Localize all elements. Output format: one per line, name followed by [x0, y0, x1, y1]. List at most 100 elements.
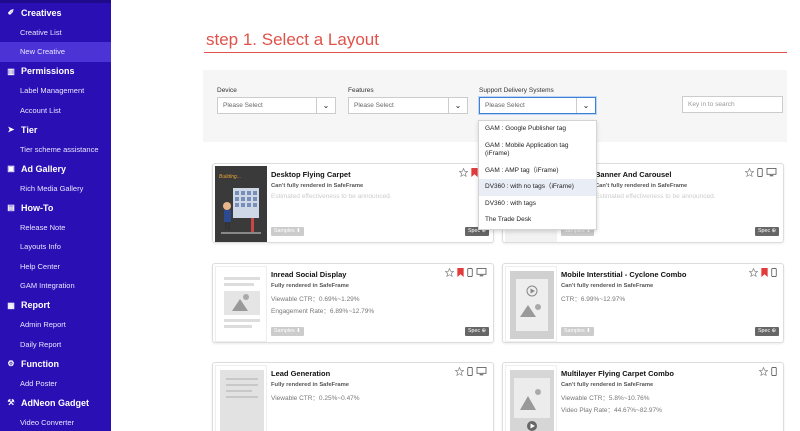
sidebar-group-adneon-gadget[interactable]: ⚒ AdNeon Gadget: [0, 393, 111, 413]
card-metric: CTR：6.99%~12.97%: [561, 296, 626, 303]
bar-chart-icon: ▦: [7, 300, 15, 310]
layout-card[interactable]: Inread Social Display Fully rendered in …: [212, 263, 494, 343]
bookmark-icon[interactable]: [471, 168, 478, 177]
sidebar-group-how-to[interactable]: ▤ How-To: [0, 198, 111, 218]
card-safeframe-note: Fully rendered in SafeFrame: [271, 382, 349, 388]
desktop-icon: [476, 367, 487, 376]
card-metric: Viewable CTR：0.25%~0.47%: [271, 395, 360, 402]
chevron-down-icon: ⌄: [448, 98, 467, 113]
star-icon[interactable]: [749, 268, 758, 277]
layout-card[interactable]: Lead Generation Fully rendered in SafeFr…: [212, 362, 494, 431]
device-select[interactable]: Please Select ⌄: [217, 97, 336, 114]
bookmark-icon[interactable]: [457, 268, 464, 277]
sidebar-item-label-management[interactable]: Label Management: [0, 81, 111, 101]
wrench-icon: ⚒: [7, 398, 15, 408]
card-title: Banner And Carousel: [595, 170, 672, 179]
thumbnail-illustration: [510, 271, 554, 339]
dropdown-option-highlighted[interactable]: DV360 : with no tags（iFrame): [479, 179, 596, 196]
bank-icon: ▥: [7, 66, 15, 76]
sidebar-item-creative-list[interactable]: Creative List: [0, 23, 111, 43]
layout-card[interactable]: Building... Desktop Flying Carpet Can't …: [212, 163, 494, 243]
card-icons: [745, 168, 777, 177]
card-safeframe-note: Can't fully rendered in SafeFrame: [561, 382, 654, 388]
star-icon[interactable]: [745, 168, 754, 177]
chevron-down-icon: ⌄: [316, 98, 335, 113]
delivery-select[interactable]: Please Select ⌄: [479, 97, 596, 114]
desktop-icon: [476, 268, 487, 277]
chevron-down-icon: ⌄: [576, 98, 595, 113]
sidebar-group-ad-gallery[interactable]: ▣ Ad Gallery: [0, 159, 111, 179]
features-label: Features: [348, 87, 374, 94]
sidebar-group-creatives[interactable]: ✐ Creatives: [0, 3, 111, 23]
thumbnail-illustration: [224, 277, 260, 328]
delivery-label: Support Delivery Systems: [479, 87, 554, 94]
sidebar-item-account-list[interactable]: Account List: [0, 101, 111, 121]
sidebar-item-admin-report[interactable]: Admin Report: [0, 315, 111, 335]
card-title: Desktop Flying Carpet: [271, 170, 351, 179]
samples-button[interactable]: Samples ⬇: [271, 327, 304, 336]
samples-button[interactable]: Samples ⬇: [561, 327, 594, 336]
sidebar-item-daily-report[interactable]: Daily Report: [0, 335, 111, 355]
sidebar-item-rich-media-gallery[interactable]: Rich Media Gallery: [0, 179, 111, 199]
sidebar-group-function[interactable]: ⚙ Function: [0, 354, 111, 374]
star-icon[interactable]: [759, 367, 768, 376]
card-metric: Video Play Rate：44.67%~82.97%: [561, 407, 662, 414]
sidebar-item-release-note[interactable]: Release Note: [0, 218, 111, 238]
mobile-icon: [467, 268, 473, 277]
star-icon[interactable]: [459, 168, 468, 177]
card-metric: Estimated effectiveness to be announced.: [595, 193, 716, 200]
card-title: Mobile Interstitial - Cyclone Combo: [561, 270, 687, 279]
sidebar-group-tier[interactable]: ➤ Tier: [0, 120, 111, 140]
sidebar-item-help-center[interactable]: Help Center: [0, 257, 111, 277]
sidebar-item-add-poster[interactable]: Add Poster: [0, 374, 111, 394]
title-divider: [204, 52, 787, 53]
sidebar-item-video-converter[interactable]: Video Converter: [0, 413, 111, 431]
card-metric: Estimated effectiveness to be announced.: [271, 193, 392, 200]
features-select[interactable]: Please Select ⌄: [348, 97, 468, 114]
dropdown-option[interactable]: GAM : Mobile Application tag (iFrame): [479, 138, 596, 163]
card-icons: [455, 367, 487, 376]
sidebar-item-layouts-info[interactable]: Layouts Info: [0, 237, 111, 257]
thumbnail-caption: Building...: [219, 174, 241, 180]
desktop-icon: [766, 168, 777, 177]
spec-button[interactable]: Spec ⊕: [755, 327, 779, 336]
samples-button[interactable]: Samples ⬇: [271, 227, 304, 236]
document-icon: ▤: [7, 203, 15, 213]
card-safeframe-note: Can't fully rendered in SafeFrame: [595, 183, 688, 189]
device-label: Device: [217, 87, 237, 94]
thumbnail-illustration: [220, 370, 264, 431]
layout-card[interactable]: Multilayer Flying Carpet Combo Can't ful…: [502, 362, 784, 431]
mobile-icon: [467, 367, 473, 376]
card-icons: [445, 268, 487, 277]
layout-thumbnail: [215, 365, 267, 431]
sidebar-group-permissions[interactable]: ▥ Permissions: [0, 62, 111, 82]
search-input[interactable]: Key in to search: [682, 96, 783, 113]
dropdown-option[interactable]: The Trade Desk: [479, 212, 596, 229]
mobile-icon: [771, 268, 777, 277]
layout-thumbnail: [215, 266, 267, 342]
star-icon[interactable]: [455, 367, 464, 376]
card-metric: Viewable CTR：0.69%~1.29%: [271, 296, 360, 303]
image-icon: ▣: [7, 164, 15, 174]
star-icon[interactable]: [445, 268, 454, 277]
layout-card[interactable]: Mobile Interstitial - Cyclone Combo Can'…: [502, 263, 784, 343]
sidebar: ✐ Creatives Creative List New Creative ▥ P…: [0, 0, 111, 431]
dropdown-option[interactable]: GAM : AMP tag（iFrame): [479, 163, 596, 180]
mobile-icon: [757, 168, 763, 177]
sidebar-item-gam-integration[interactable]: GAM Integration: [0, 276, 111, 296]
paper-plane-icon: ➤: [7, 125, 15, 135]
page-title: step 1. Select a Layout: [206, 30, 379, 49]
dropdown-option[interactable]: DV360 : with tags: [479, 196, 596, 213]
card-title: Multilayer Flying Carpet Combo: [561, 369, 674, 378]
sidebar-group-report[interactable]: ▦ Report: [0, 296, 111, 316]
bookmark-icon[interactable]: [761, 268, 768, 277]
spec-button[interactable]: Spec ⊕: [465, 327, 489, 336]
card-safeframe-note: Can't fully rendered in SafeFrame: [271, 183, 364, 189]
spec-button[interactable]: Spec ⊕: [755, 227, 779, 236]
card-metric: Viewable CTR：5.8%~10.76%: [561, 395, 650, 402]
card-safeframe-note: Can't fully rendered in SafeFrame: [561, 283, 654, 289]
sidebar-item-tier-scheme-assistance[interactable]: Tier scheme assistance: [0, 140, 111, 160]
card-icons: [759, 367, 777, 376]
sidebar-item-new-creative[interactable]: New Creative: [0, 42, 111, 62]
dropdown-option[interactable]: GAM : Google Publisher tag: [479, 121, 596, 138]
